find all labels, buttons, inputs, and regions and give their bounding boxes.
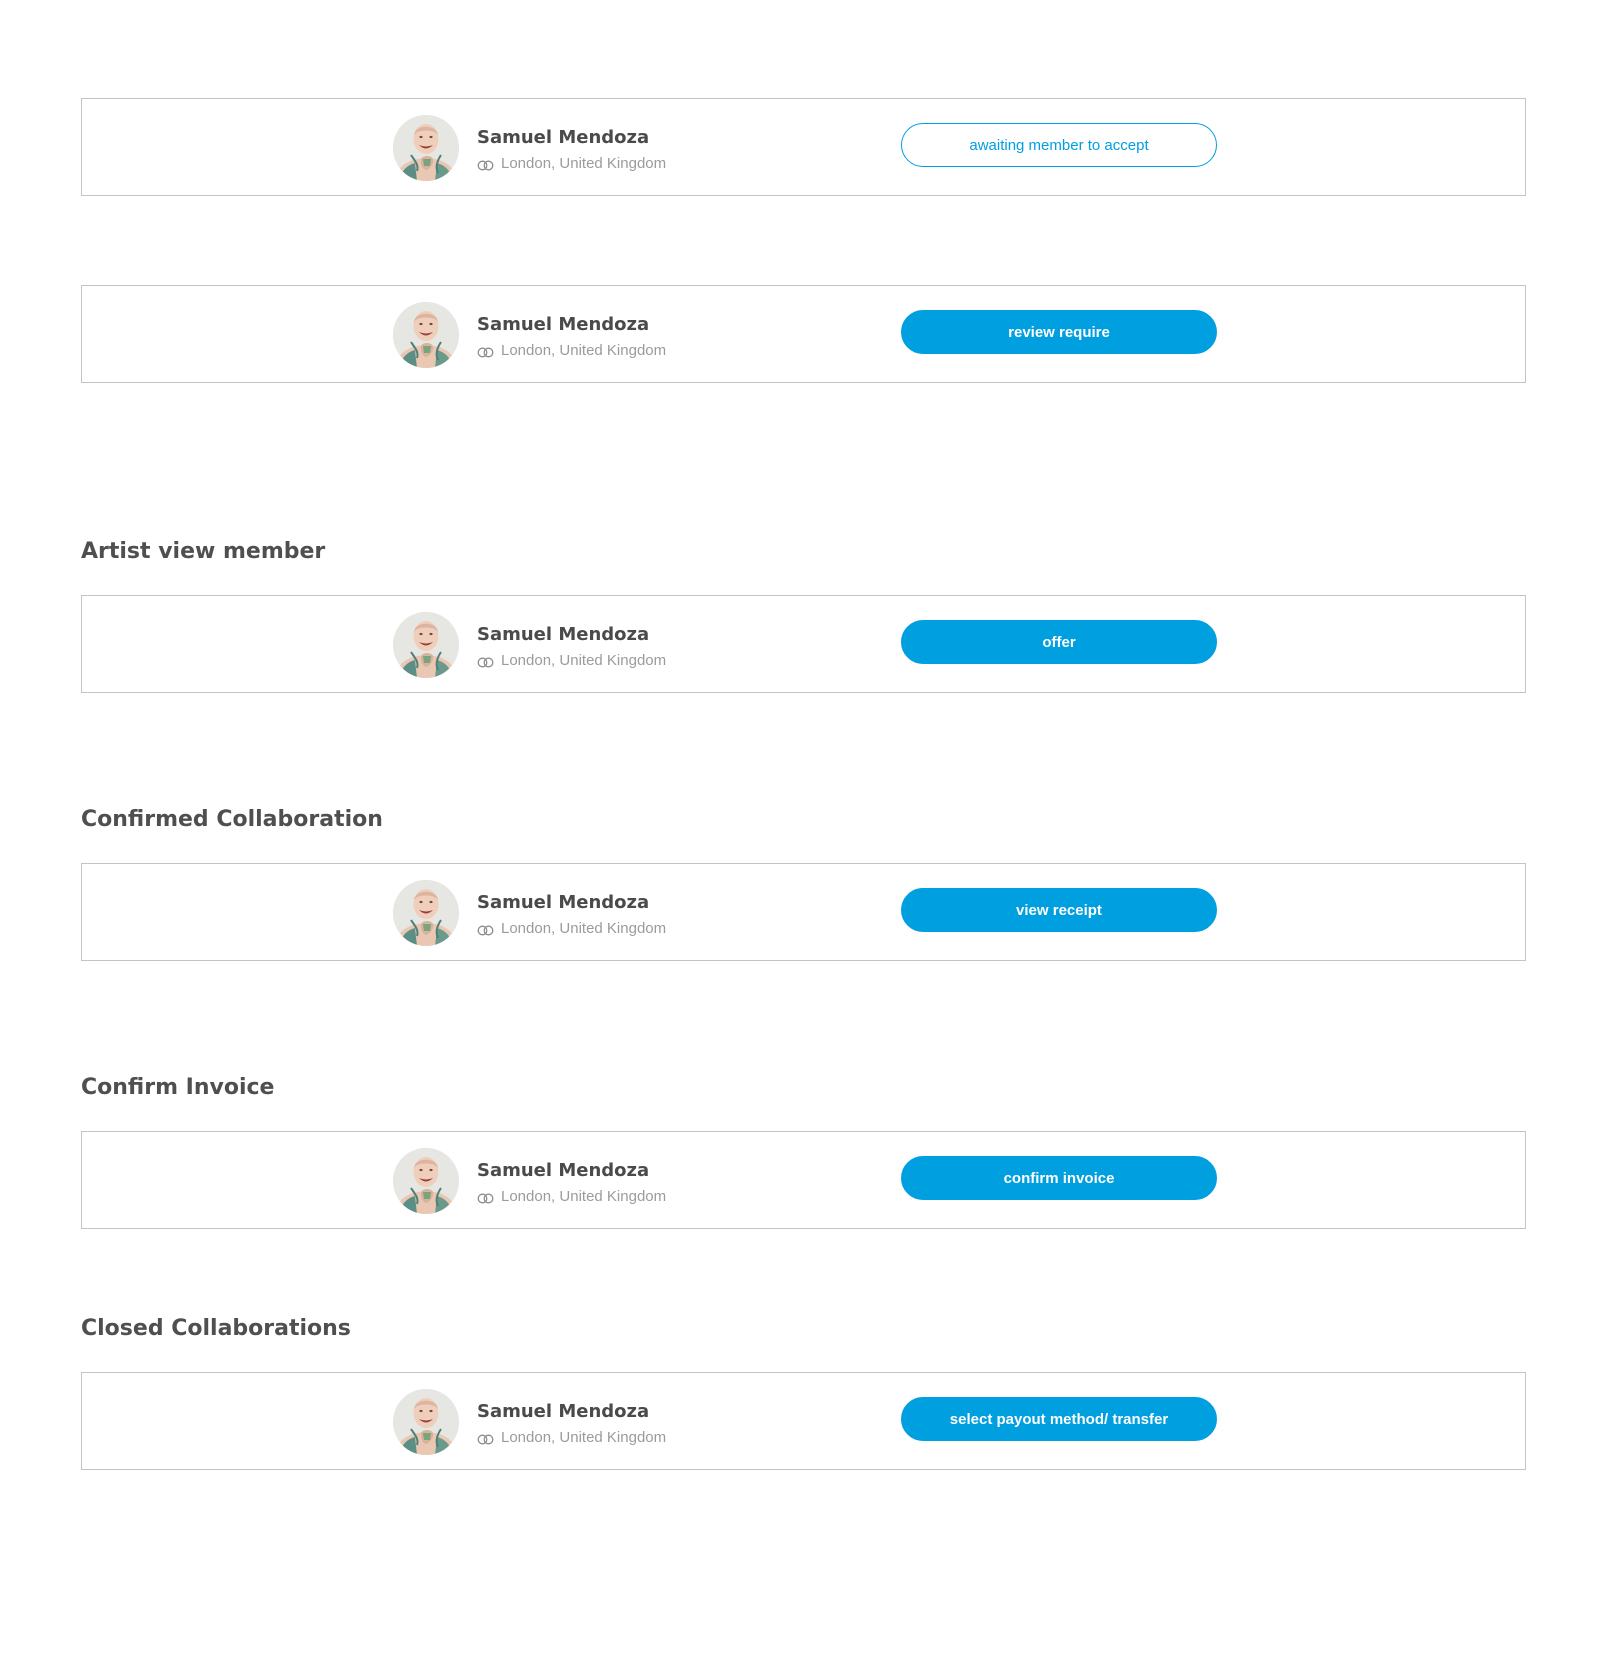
member-location: London, United Kingdom — [477, 341, 666, 359]
member-card: Samuel Mendoza London, United Kingdom co… — [81, 1131, 1526, 1229]
review-require-button[interactable]: review require — [901, 310, 1217, 354]
member-name[interactable]: Samuel Mendoza — [477, 892, 649, 913]
section-title-confirmed-collaboration: Confirmed Collaboration — [81, 807, 383, 832]
rings-icon — [477, 655, 494, 667]
member-location: London, United Kingdom — [477, 1428, 666, 1446]
member-card: Samuel Mendoza London, United Kingdom of… — [81, 595, 1526, 693]
location-text: London, United Kingdom — [501, 154, 667, 172]
select-payout-method-button[interactable]: select payout method/ transfer — [901, 1397, 1217, 1441]
avatar[interactable] — [393, 302, 459, 368]
confirm-invoice-button[interactable]: confirm invoice — [901, 1156, 1217, 1200]
avatar[interactable] — [393, 880, 459, 946]
member-location: London, United Kingdom — [477, 919, 666, 937]
location-text: London, United Kingdom — [501, 1187, 667, 1205]
location-text: London, United Kingdom — [501, 651, 667, 669]
avatar[interactable] — [393, 115, 459, 181]
awaiting-member-to-accept-button[interactable]: awaiting member to accept — [901, 123, 1217, 167]
member-location: London, United Kingdom — [477, 154, 666, 172]
avatar[interactable] — [393, 612, 459, 678]
avatar[interactable] — [393, 1148, 459, 1214]
member-name[interactable]: Samuel Mendoza — [477, 127, 649, 148]
member-card: Samuel Mendoza London, United Kingdom se… — [81, 1372, 1526, 1470]
member-name[interactable]: Samuel Mendoza — [477, 624, 649, 645]
view-receipt-button[interactable]: view receipt — [901, 888, 1217, 932]
offer-button[interactable]: offer — [901, 620, 1217, 664]
member-name[interactable]: Samuel Mendoza — [477, 1160, 649, 1181]
rings-icon — [477, 1191, 494, 1203]
rings-icon — [477, 345, 494, 357]
member-card: Samuel Mendoza London, United Kingdom re… — [81, 285, 1526, 383]
member-name[interactable]: Samuel Mendoza — [477, 1401, 649, 1422]
location-text: London, United Kingdom — [501, 1428, 667, 1446]
member-location: London, United Kingdom — [477, 651, 666, 669]
location-text: London, United Kingdom — [501, 341, 667, 359]
rings-icon — [477, 923, 494, 935]
rings-icon — [477, 158, 494, 170]
member-location: London, United Kingdom — [477, 1187, 666, 1205]
avatar[interactable] — [393, 1389, 459, 1455]
rings-icon — [477, 1432, 494, 1444]
section-title-artist-view-member: Artist view member — [81, 539, 326, 564]
member-card: Samuel Mendoza London, United Kingdom vi… — [81, 863, 1526, 961]
location-text: London, United Kingdom — [501, 919, 667, 937]
member-card: Samuel Mendoza London, United Kingdom aw… — [81, 98, 1526, 196]
section-title-confirm-invoice: Confirm Invoice — [81, 1075, 275, 1100]
member-name[interactable]: Samuel Mendoza — [477, 314, 649, 335]
section-title-closed-collaborations: Closed Collaborations — [81, 1316, 351, 1341]
